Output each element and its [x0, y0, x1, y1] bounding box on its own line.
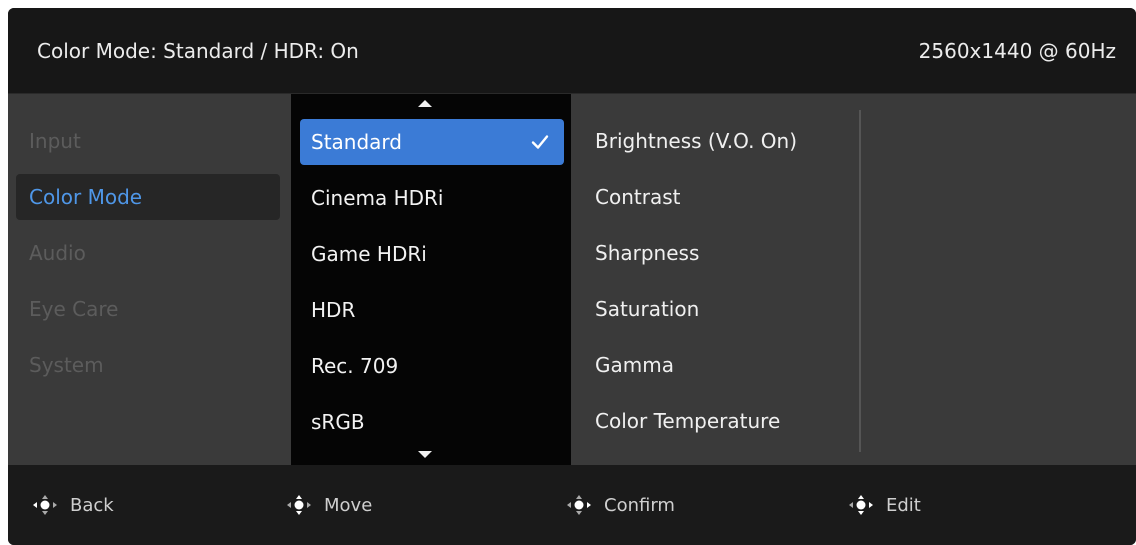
- option-hdr[interactable]: HDR: [300, 287, 564, 333]
- osd-menu: Color Mode: Standard / HDR: On 2560x1440…: [8, 8, 1136, 545]
- category-label: Eye Care: [29, 297, 119, 321]
- jog-right-icon: [567, 495, 591, 515]
- hint-edit-label: Edit: [886, 494, 921, 516]
- hint-confirm-label: Confirm: [604, 494, 675, 516]
- setting-gamma[interactable]: Gamma: [595, 353, 674, 377]
- setting-sharpness[interactable]: Sharpness: [595, 241, 699, 265]
- category-input[interactable]: Input: [16, 118, 280, 164]
- color-mode-options: Standard Cinema HDRi Game HDRi HDR Rec. …: [291, 94, 571, 465]
- setting-contrast[interactable]: Contrast: [595, 185, 680, 209]
- hint-move-label: Move: [324, 494, 373, 516]
- hint-back-label: Back: [70, 494, 114, 516]
- setting-brightness[interactable]: Brightness (V.O. On): [595, 129, 797, 153]
- hint-edit: Edit: [848, 493, 921, 517]
- hint-move: Move: [286, 493, 372, 517]
- option-cinema-hdri[interactable]: Cinema HDRi: [300, 175, 564, 221]
- status-header: Color Mode: Standard / HDR: On 2560x1440…: [8, 8, 1136, 94]
- control-hints: Back Move Confirm Edit: [8, 465, 1136, 545]
- option-label: Rec. 709: [311, 354, 399, 378]
- column-divider: [859, 110, 861, 452]
- category-label: Input: [29, 129, 81, 153]
- hint-confirm: Confirm: [566, 493, 675, 517]
- option-label: Standard: [311, 130, 402, 154]
- category-audio[interactable]: Audio: [16, 230, 280, 276]
- setting-saturation[interactable]: Saturation: [595, 297, 699, 321]
- menu-body: Input Color Mode Audio Eye Care System S…: [8, 94, 1136, 465]
- option-label: sRGB: [311, 410, 365, 434]
- jog-left-icon: [33, 495, 57, 515]
- color-mode-status: Color Mode: Standard / HDR: On: [37, 39, 359, 63]
- category-system[interactable]: System: [16, 342, 280, 388]
- option-game-hdri[interactable]: Game HDRi: [300, 231, 564, 277]
- settings-list: Brightness (V.O. On) Contrast Sharpness …: [571, 94, 861, 465]
- checkmark-icon: [531, 135, 549, 149]
- category-label: Color Mode: [29, 185, 143, 209]
- category-label: System: [29, 353, 104, 377]
- resolution-status: 2560x1440 @ 60Hz: [918, 39, 1116, 63]
- option-label: HDR: [311, 298, 356, 322]
- option-srgb[interactable]: sRGB: [300, 399, 564, 445]
- scroll-down-icon[interactable]: [418, 451, 432, 458]
- category-color-mode[interactable]: Color Mode: [16, 174, 280, 220]
- option-rec-709[interactable]: Rec. 709: [300, 343, 564, 389]
- jog-up-down-icon: [287, 495, 311, 515]
- option-label: Game HDRi: [311, 242, 427, 266]
- hint-back: Back: [32, 493, 114, 517]
- category-label: Audio: [29, 241, 86, 265]
- category-eye-care[interactable]: Eye Care: [16, 286, 280, 332]
- jog-press-icon: [849, 495, 873, 515]
- option-label: Cinema HDRi: [311, 186, 444, 210]
- setting-color-temperature[interactable]: Color Temperature: [595, 409, 780, 433]
- option-standard[interactable]: Standard: [300, 119, 564, 165]
- scroll-up-icon[interactable]: [418, 100, 432, 107]
